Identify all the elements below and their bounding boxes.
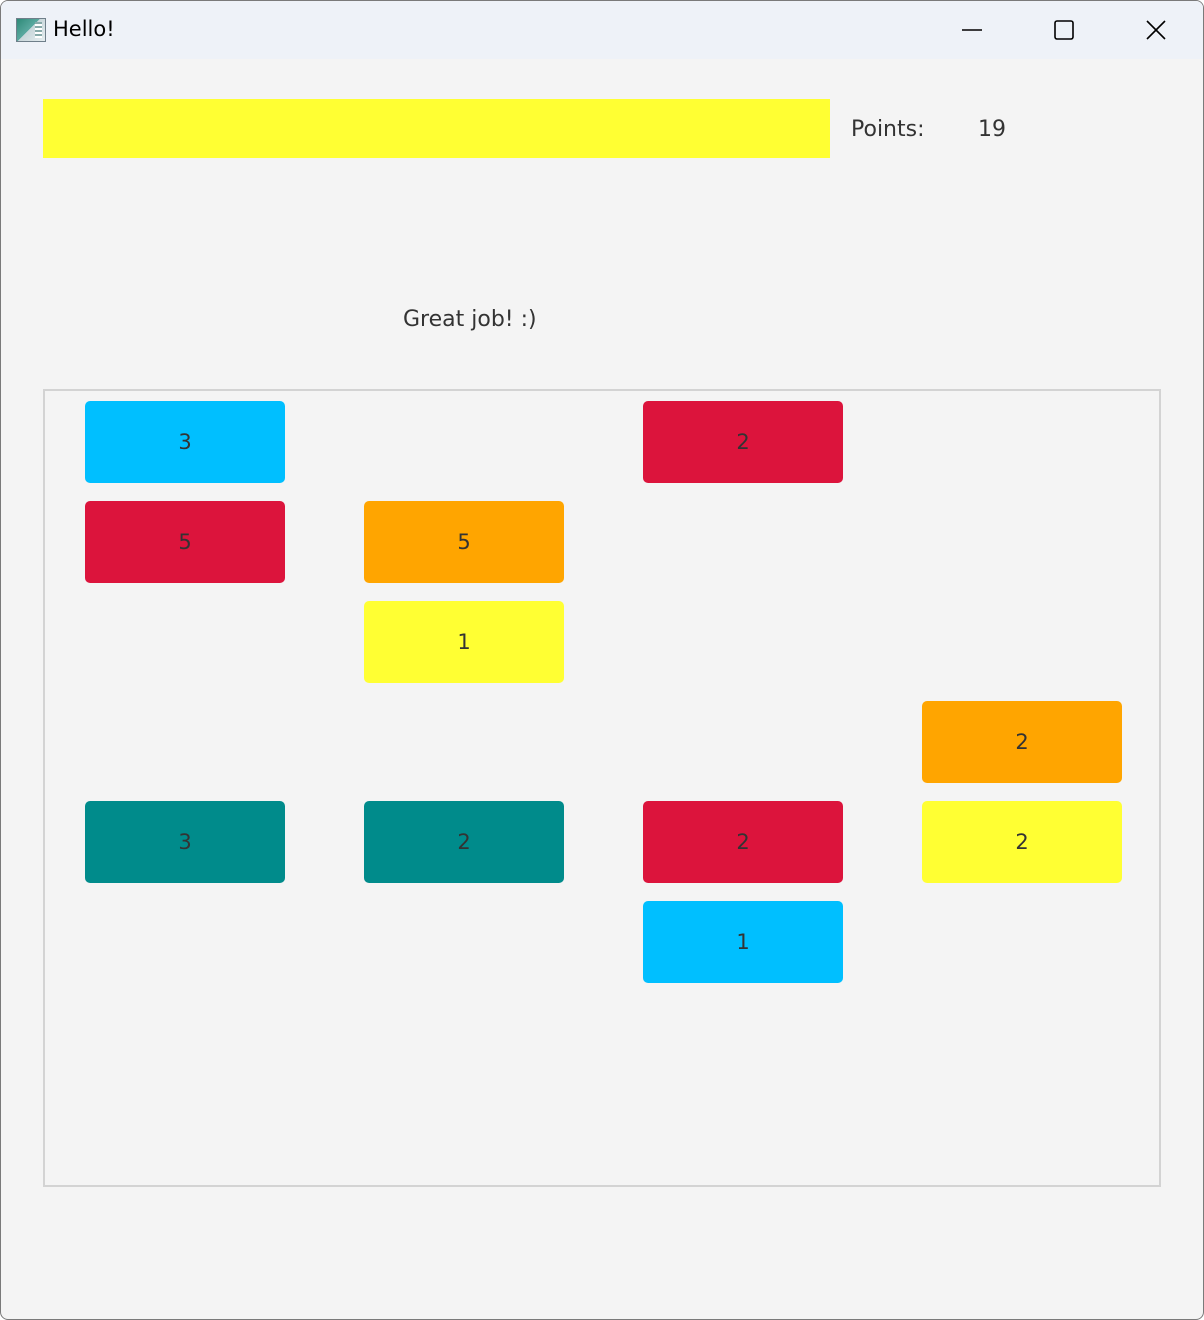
tile-red[interactable]: 5 [85, 501, 285, 583]
app-window-icon [16, 18, 46, 42]
minimize-button[interactable] [926, 1, 1018, 59]
tile-orange[interactable]: 2 [922, 701, 1122, 783]
tile-yellow[interactable]: 2 [922, 801, 1122, 883]
tile-teal[interactable]: 2 [364, 801, 564, 883]
points-value: 19 [978, 117, 1006, 142]
tile-teal[interactable]: 3 [85, 801, 285, 883]
app-window: Hello! Points: 19 Great job! :) 32551232… [0, 0, 1204, 1320]
close-button[interactable] [1110, 1, 1202, 59]
maximize-icon [1054, 20, 1074, 40]
maximize-button[interactable] [1018, 1, 1110, 59]
tile-orange[interactable]: 5 [364, 501, 564, 583]
minimize-icon [962, 29, 982, 31]
window-title: Hello! [53, 17, 115, 41]
game-board: 32551232221 [43, 389, 1161, 1187]
points-label: Points: [851, 117, 925, 142]
tile-yellow[interactable]: 1 [364, 601, 564, 683]
tile-cyan[interactable]: 1 [643, 901, 843, 983]
tile-red[interactable]: 2 [643, 401, 843, 483]
progress-bar-fill [43, 99, 830, 158]
status-message: Great job! :) [403, 307, 537, 332]
title-bar[interactable]: Hello! [1, 1, 1203, 59]
close-icon [1146, 20, 1166, 40]
tile-cyan[interactable]: 3 [85, 401, 285, 483]
progress-bar [43, 99, 830, 158]
tile-red[interactable]: 2 [643, 801, 843, 883]
